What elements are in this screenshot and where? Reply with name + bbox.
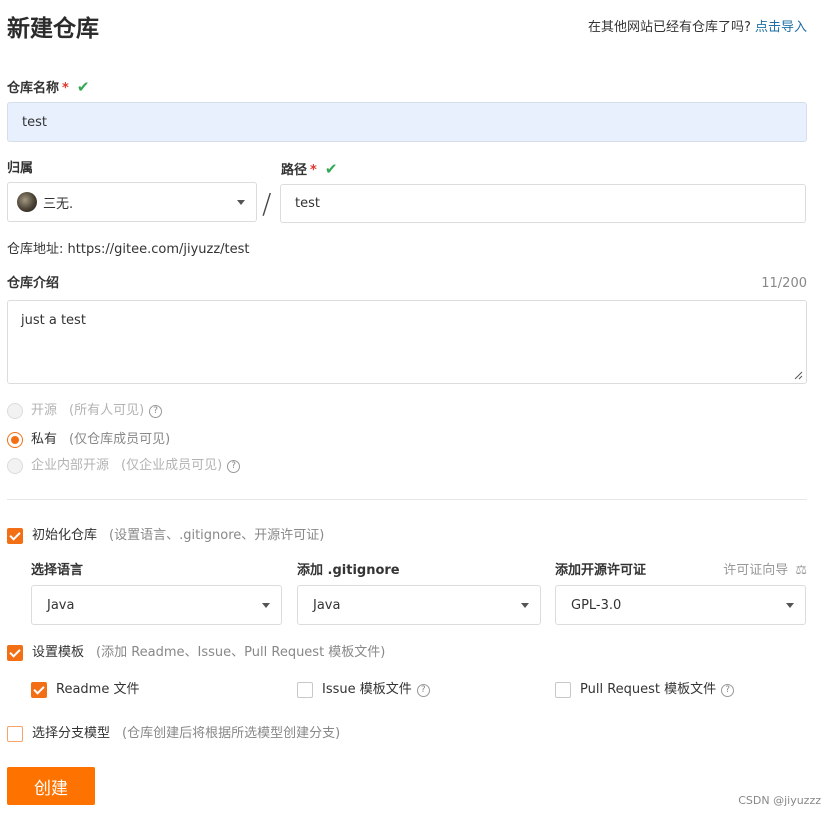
divider	[7, 499, 807, 500]
create-button[interactable]: 创建	[7, 767, 95, 805]
repo-name-value: test	[22, 114, 47, 130]
path-value: test	[295, 196, 320, 211]
pr-template-label: Pull Request 模板文件	[580, 682, 717, 697]
help-icon[interactable]: ?	[149, 404, 163, 418]
visibility-option-private[interactable]: 私有 (仅仓库成员可见)	[7, 431, 170, 449]
branch-model-checkbox[interactable]	[7, 726, 23, 742]
init-repo-checkbox-row[interactable]: 初始化仓库 (设置语言、.gitignore、开源许可证)	[7, 527, 324, 545]
required-mark: *	[310, 163, 317, 178]
branch-model-desc: (仓库创建后将根据所选模型创建分支)	[122, 726, 341, 741]
help-icon[interactable]: ?	[227, 459, 241, 473]
init-repo-label: 初始化仓库	[32, 528, 98, 543]
watermark: CSDN @jiyuzzz	[738, 794, 821, 807]
chevron-down-icon	[262, 603, 270, 608]
visibility-option-open[interactable]: 开源 (所有人可见) ?	[7, 402, 163, 420]
repo-name-label-text: 仓库名称	[7, 81, 60, 96]
repo-address-label: 仓库地址:	[7, 242, 64, 257]
visibility-private-label: 私有	[31, 432, 58, 447]
template-desc: (添加 Readme、Issue、Pull Request 模板文件)	[96, 645, 386, 660]
language-value: Java	[47, 597, 75, 613]
visibility-private-desc: (仅仓库成员可见)	[69, 432, 171, 447]
help-icon[interactable]: ?	[721, 683, 735, 697]
chevron-down-icon	[786, 603, 794, 608]
path-label: 路径 * ✔	[281, 160, 337, 180]
page-title: 新建仓库	[7, 16, 99, 42]
gitignore-value: Java	[313, 597, 341, 613]
issue-template-checkbox[interactable]	[297, 682, 313, 698]
avatar	[17, 192, 37, 212]
license-guide[interactable]: 许可证向导 ⚖	[723, 562, 807, 580]
visibility-enterprise-label: 企业内部开源	[31, 458, 110, 473]
visibility-enterprise-desc: (仅企业成员可见)	[121, 458, 223, 473]
gitignore-select[interactable]: Java	[297, 585, 541, 625]
chevron-down-icon	[237, 200, 245, 205]
help-icon[interactable]: ?	[416, 683, 430, 697]
template-checkbox[interactable]	[7, 645, 23, 661]
readme-checkbox[interactable]	[31, 682, 47, 698]
visibility-option-enterprise[interactable]: 企业内部开源 (仅企业成员可见) ?	[7, 457, 241, 475]
repo-address-url: https://gitee.com/jiyuzz/test	[67, 242, 250, 257]
repo-name-label: 仓库名称 * ✔	[7, 78, 89, 98]
radio-enterprise[interactable]	[7, 458, 23, 474]
chevron-down-icon	[521, 603, 529, 608]
license-guide-link[interactable]: 许可证向导	[723, 563, 788, 578]
init-repo-desc: (设置语言、.gitignore、开源许可证)	[109, 528, 325, 543]
issue-template-checkbox-row[interactable]: Issue 模板文件 ?	[297, 681, 430, 699]
repo-address: 仓库地址: https://gitee.com/jiyuzz/test	[7, 241, 250, 259]
visibility-open-label: 开源	[31, 403, 58, 418]
required-mark: *	[62, 81, 69, 96]
init-repo-checkbox[interactable]	[7, 528, 23, 544]
license-label: 添加开源许可证	[555, 563, 647, 578]
path-label-text: 路径	[281, 163, 308, 178]
check-icon: ✔	[76, 78, 90, 96]
language-label: 选择语言	[31, 563, 84, 578]
import-hint: 在其他网站已经有仓库了吗? 点击导入	[588, 19, 807, 37]
path-separator: /	[262, 187, 272, 220]
branch-model-checkbox-row[interactable]: 选择分支模型 (仓库创建后将根据所选模型创建分支)	[7, 725, 340, 743]
visibility-open-desc: (所有人可见)	[69, 403, 145, 418]
scale-icon: ⚖	[795, 563, 807, 578]
gitignore-label: 添加 .gitignore	[297, 563, 400, 578]
language-select[interactable]: Java	[31, 585, 282, 625]
pr-template-checkbox[interactable]	[555, 682, 571, 698]
import-link[interactable]: 点击导入	[755, 20, 807, 35]
owner-select[interactable]: 三无.	[7, 182, 257, 222]
template-label: 设置模板	[32, 645, 85, 660]
description-value: just a test	[21, 313, 86, 328]
issue-template-label: Issue 模板文件	[322, 682, 412, 697]
template-checkbox-row[interactable]: 设置模板 (添加 Readme、Issue、Pull Request 模板文件)	[7, 644, 385, 662]
description-counter: 11/200	[761, 276, 807, 291]
description-textarea[interactable]: just a test	[7, 300, 807, 384]
owner-value: 三无.	[43, 196, 74, 212]
path-input[interactable]: test	[280, 184, 806, 223]
repo-name-input[interactable]: test	[7, 102, 807, 142]
description-label: 仓库介绍	[7, 276, 60, 291]
owner-label: 归属	[7, 161, 34, 176]
branch-model-label: 选择分支模型	[32, 726, 111, 741]
license-select[interactable]: GPL-3.0	[555, 585, 806, 625]
import-hint-text: 在其他网站已经有仓库了吗?	[587, 20, 751, 35]
readme-label: Readme 文件	[56, 682, 140, 697]
readme-checkbox-row[interactable]: Readme 文件	[31, 681, 139, 699]
resize-grip-icon[interactable]	[794, 371, 803, 380]
check-icon: ✔	[324, 160, 338, 178]
radio-private[interactable]	[7, 432, 23, 448]
license-value: GPL-3.0	[571, 597, 622, 613]
radio-open[interactable]	[7, 403, 23, 419]
pr-template-checkbox-row[interactable]: Pull Request 模板文件 ?	[555, 681, 735, 699]
